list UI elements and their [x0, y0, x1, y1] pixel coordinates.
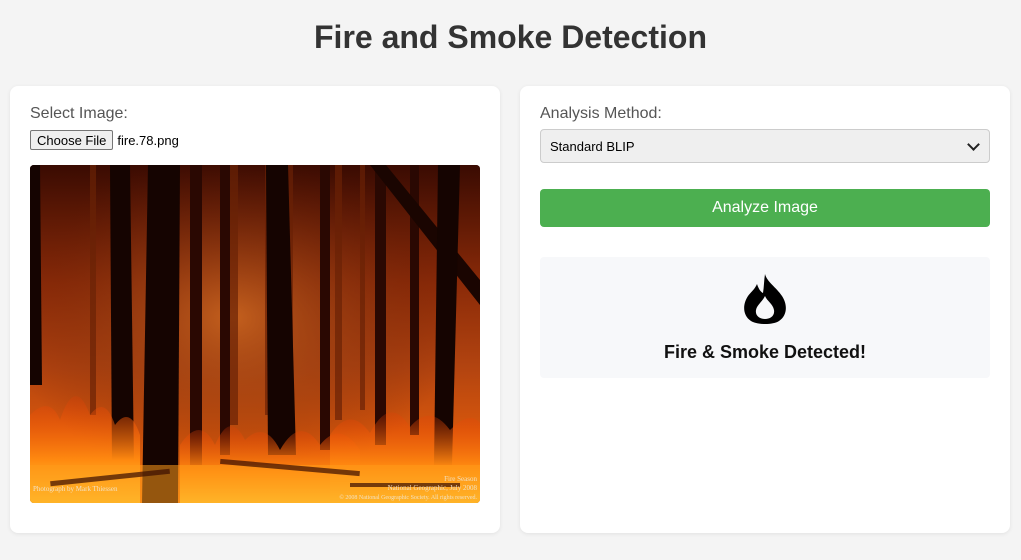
result-box: Fire & Smoke Detected!	[540, 257, 990, 378]
analysis-panel: Analysis Method: Standard BLIP Analyze I…	[520, 86, 1010, 533]
file-input[interactable]: Choose File fire.78.png	[30, 130, 179, 150]
preview-caption-line-3: © 2008 National Geographic Society. All …	[339, 494, 477, 501]
fire-icon	[744, 274, 786, 324]
image-preview: Photograph by Mark Thiessen Fire Season …	[30, 165, 480, 503]
page-title: Fire and Smoke Detection	[314, 19, 707, 55]
analysis-method-label: Analysis Method:	[540, 105, 662, 122]
result-text: Fire & Smoke Detected!	[663, 342, 867, 362]
selected-file-name: fire.78.png	[117, 132, 179, 148]
chevron-down-icon	[967, 137, 980, 151]
selected-method: Standard BLIP	[550, 138, 635, 154]
preview-caption-left: Photograph by Mark Thiessen	[33, 485, 118, 493]
choose-file-button[interactable]: Choose File	[30, 130, 114, 150]
upload-panel: Select Image: Choose File fire.78.png Ph…	[10, 86, 500, 533]
select-image-label: Select Image:	[30, 105, 128, 122]
preview-caption-line-1: Fire Season	[444, 475, 477, 483]
analysis-method-select[interactable]: Standard BLIP	[540, 129, 990, 163]
preview-caption-line-2: National Geographic, July 2008	[388, 484, 478, 492]
analyze-image-button[interactable]: Analyze Image	[540, 189, 990, 227]
